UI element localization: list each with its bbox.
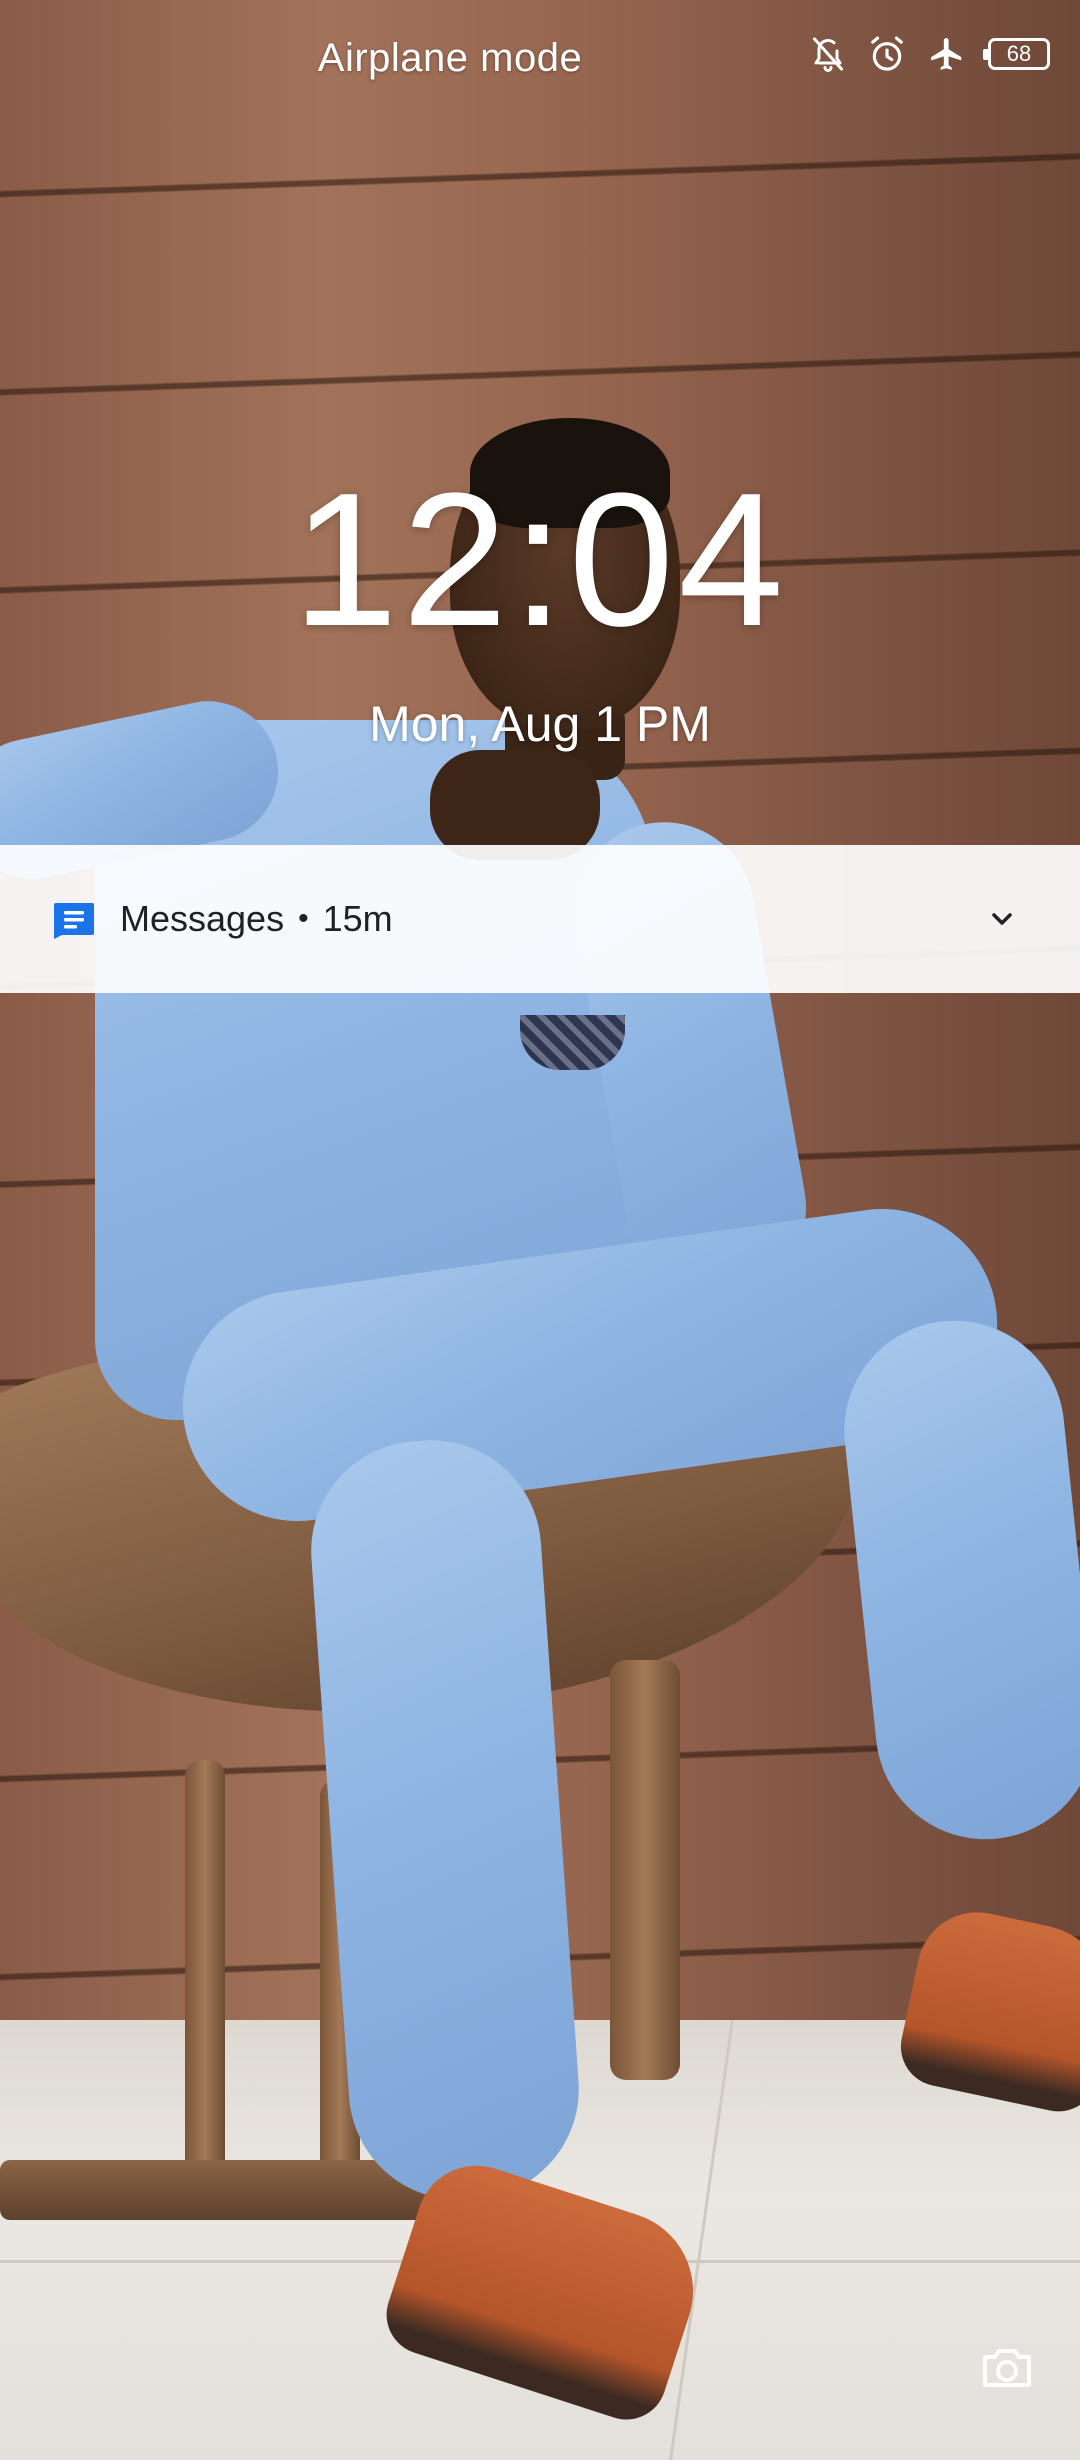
battery-level: 68 <box>1006 41 1032 66</box>
camera-icon[interactable] <box>972 2332 1042 2402</box>
airplane-icon <box>928 34 966 74</box>
notification-time: 15m <box>322 898 393 939</box>
messages-icon <box>52 899 96 939</box>
notifications-off-icon <box>810 34 846 74</box>
chevron-down-icon[interactable] <box>980 897 1024 941</box>
notification-separator: • <box>298 902 309 935</box>
alarm-icon <box>868 34 906 74</box>
status-bar: Airplane mode 68 <box>0 0 1080 120</box>
lock-date: Mon, Aug 1 PM <box>369 696 711 752</box>
battery-icon: 68 <box>983 38 1050 70</box>
wallpaper <box>0 0 1080 2460</box>
messages-notification[interactable]: Messages • 15m <box>0 845 1080 993</box>
lock-clock: 12:04 <box>292 454 788 666</box>
status-icons: 68 <box>810 34 1050 74</box>
notification-app-name: Messages <box>120 898 285 939</box>
